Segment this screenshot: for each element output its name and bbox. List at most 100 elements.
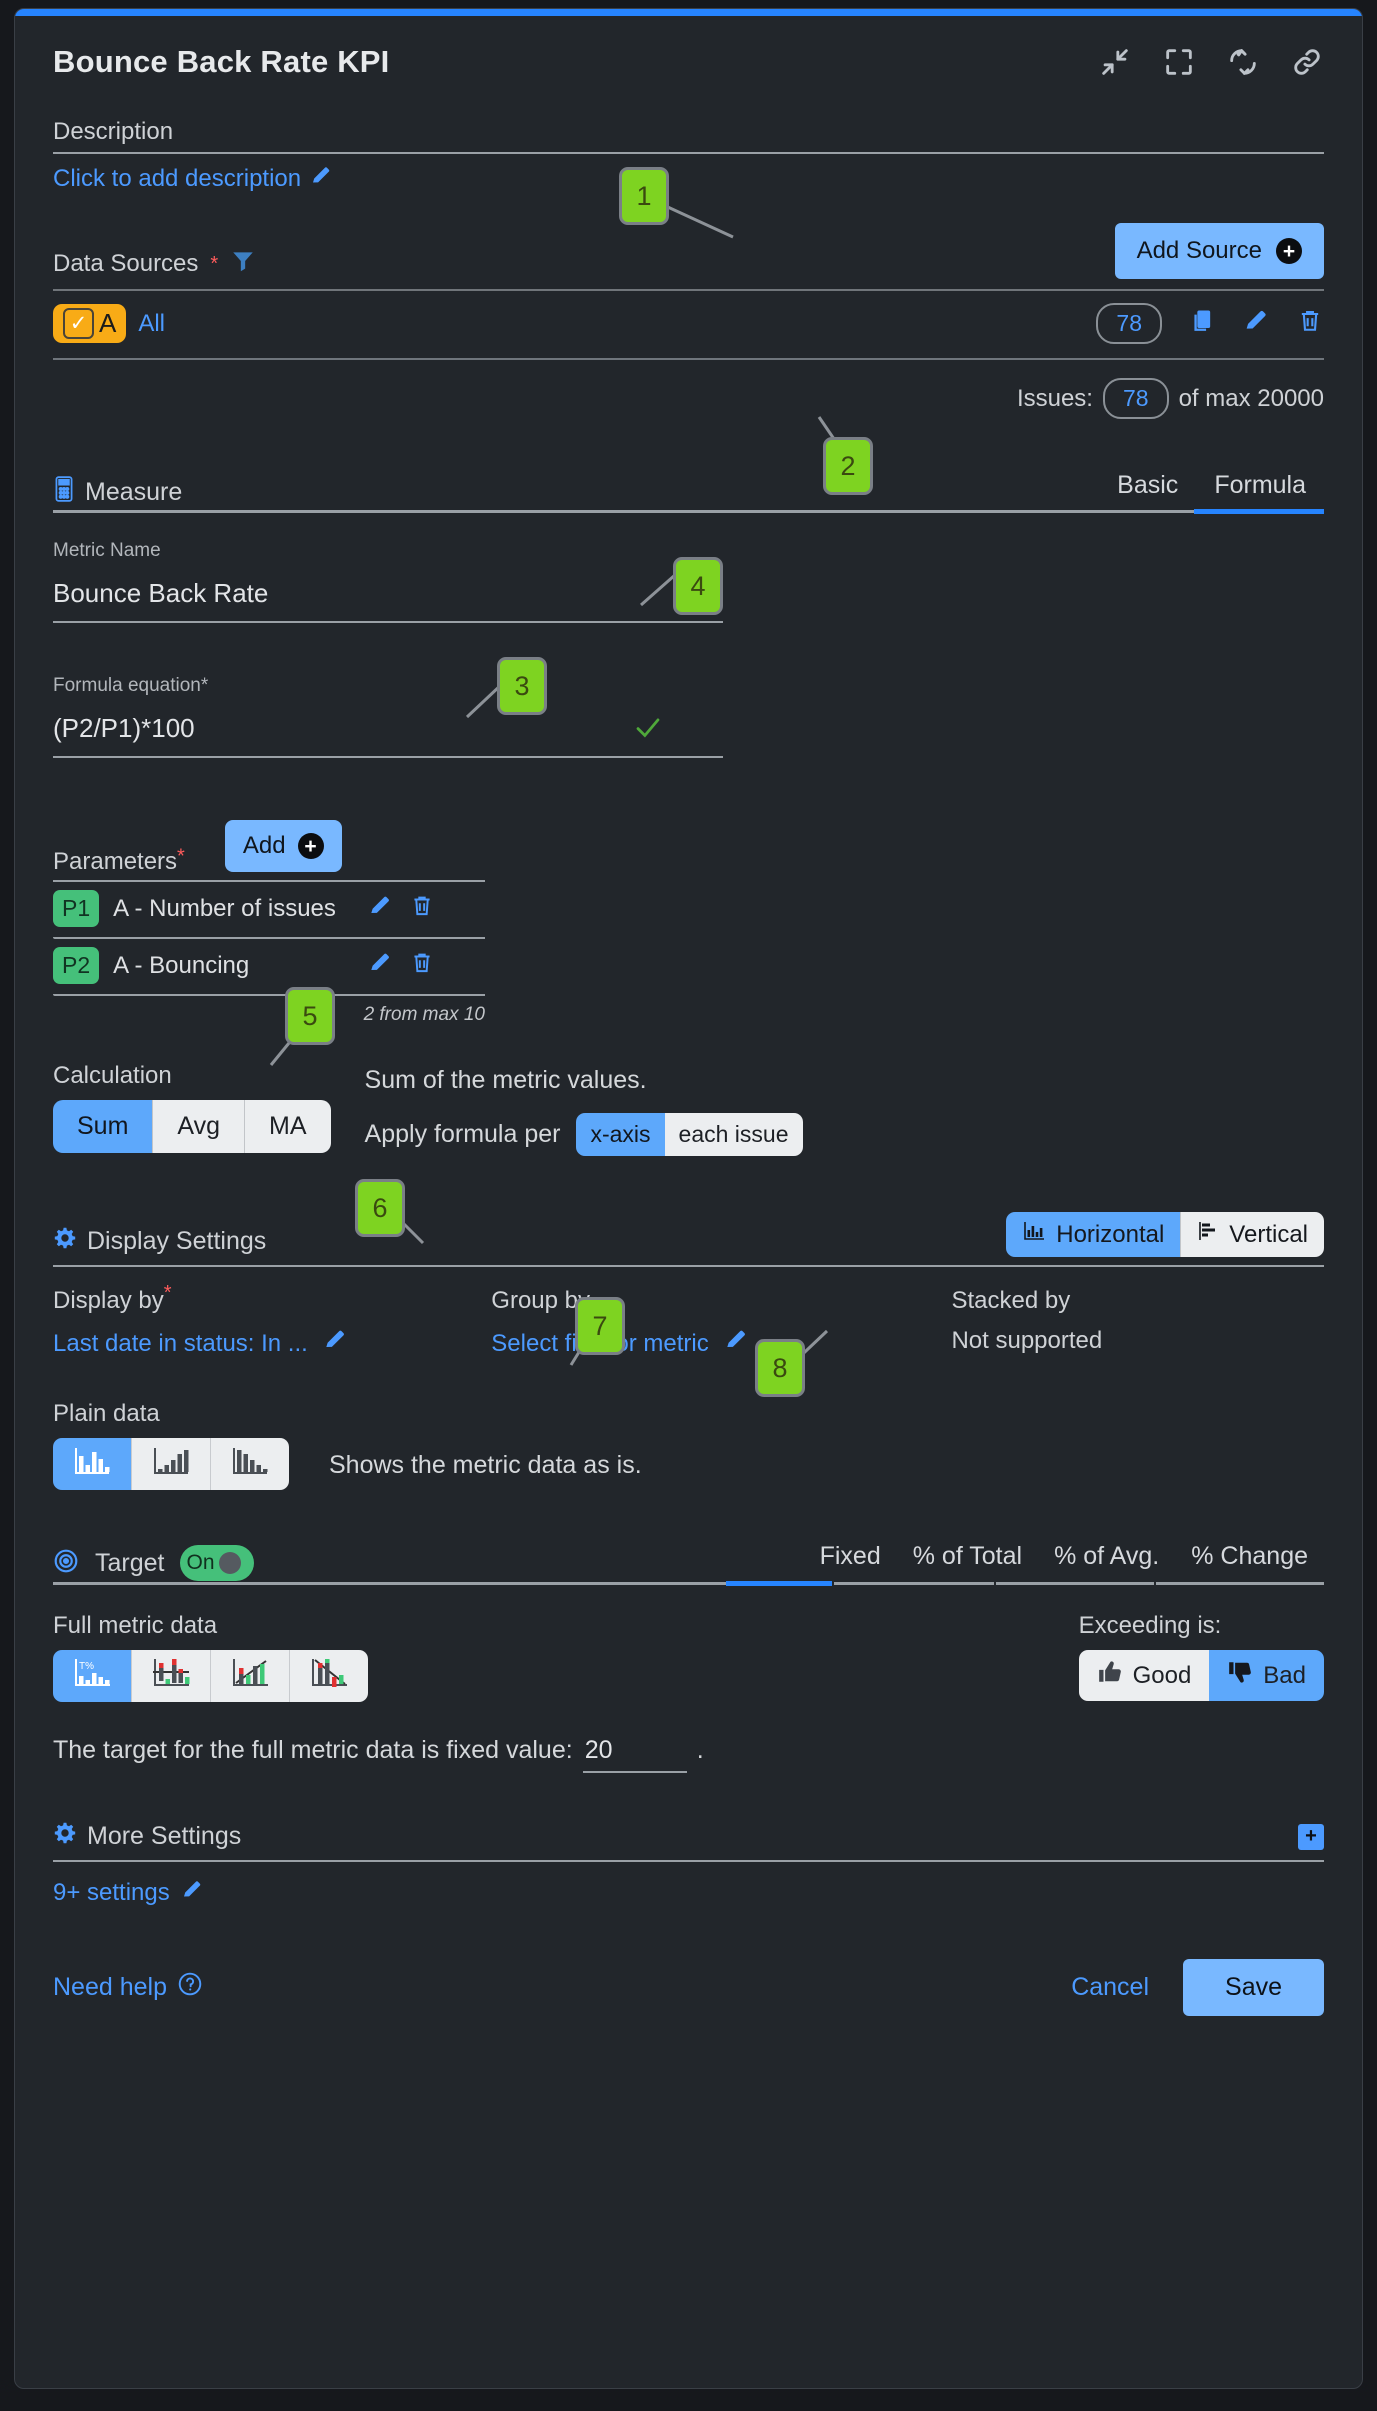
parameter-item[interactable]: P1 A - Number of issues [53, 882, 485, 937]
display-settings-divider [53, 1265, 1324, 1267]
description-placeholder[interactable]: Click to add description [53, 165, 301, 193]
plain-bars-icon [71, 1445, 113, 1484]
plain-data-options [53, 1438, 289, 1490]
orientation-horizontal[interactable]: Horizontal [1006, 1212, 1182, 1257]
fullscreen-icon[interactable] [1162, 45, 1196, 79]
more-settings-expand-button[interactable]: + [1298, 1823, 1324, 1850]
check-icon [633, 713, 663, 748]
descending-bars-icon [229, 1445, 271, 1484]
add-source-button[interactable]: Add Source + [1114, 223, 1324, 279]
data-source-chip[interactable]: ✓ A [53, 304, 127, 343]
target-tabs-underline [53, 1581, 1324, 1586]
kpi-settings-dialog: Bounce Back Rate KPI Description Click t… [14, 8, 1363, 2389]
data-source-checkbox[interactable]: ✓ [63, 308, 94, 339]
plain-data-option-descending[interactable] [211, 1438, 289, 1490]
tab-basic[interactable]: Basic [1099, 471, 1196, 509]
apply-option-x-axis[interactable]: x-axis [576, 1113, 665, 1156]
issues-summary: Issues: 78 of max 20000 [53, 360, 1324, 419]
pencil-icon[interactable] [367, 950, 393, 981]
target-tab-percent-change[interactable]: % Change [1175, 1542, 1324, 1581]
calc-option-avg[interactable]: Avg [153, 1100, 246, 1153]
plus-icon: + [1276, 238, 1302, 264]
display-by-value[interactable]: Last date in status: In ... [53, 1327, 491, 1360]
target-percent-bars-icon: T% [70, 1655, 114, 1698]
refresh-icon[interactable] [1226, 45, 1260, 79]
marker-1: 1 [619, 167, 669, 225]
target-tab-percent-avg[interactable]: % of Avg. [1038, 1542, 1175, 1581]
pencil-icon[interactable] [367, 893, 393, 924]
full-metric-option-rising[interactable] [211, 1650, 290, 1702]
data-source-name[interactable]: All [138, 310, 165, 338]
issues-label: Issues: [1016, 384, 1093, 412]
collapse-icon[interactable] [1098, 45, 1132, 79]
calc-option-ma[interactable]: MA [245, 1100, 331, 1153]
target-tab-fixed[interactable]: Fixed [804, 1542, 897, 1581]
cancel-button[interactable]: Cancel [1071, 1973, 1149, 2002]
display-by-value-text[interactable]: Last date in status: In ... [53, 1330, 308, 1358]
more-settings-title: More Settings [87, 1822, 242, 1850]
marker-2: 2 [823, 437, 873, 495]
parameter-divider [53, 994, 485, 996]
pencil-icon[interactable] [322, 1327, 348, 1360]
more-settings-value-row[interactable]: 9+ settings [53, 1878, 1324, 1907]
pencil-icon[interactable] [309, 164, 333, 193]
filter-icon[interactable] [230, 248, 256, 279]
target-fixed-value-input[interactable]: 20 [582, 1736, 687, 1773]
target-toggle[interactable]: On [180, 1545, 255, 1581]
calculation-description: Sum of the metric values. [364, 1066, 647, 1094]
orientation-vertical[interactable]: Vertical [1181, 1212, 1324, 1257]
formula-equation-field[interactable]: Formula equation* (P2/P1)*100 [53, 675, 1324, 758]
orientation-horizontal-label: Horizontal [1056, 1220, 1165, 1248]
trash-icon[interactable] [1296, 307, 1324, 340]
rising-trend-icon [228, 1655, 272, 1698]
stacked-by-column: Stacked by Not supported [951, 1287, 1324, 1360]
full-metric-label: Full metric data [53, 1612, 218, 1639]
calc-option-sum[interactable]: Sum [53, 1100, 154, 1153]
tab-formula[interactable]: Formula [1196, 471, 1324, 509]
target-tab-percent-total[interactable]: % of Total [897, 1542, 1038, 1581]
link-icon[interactable] [1290, 45, 1324, 79]
need-help-label: Need help [53, 1973, 167, 2001]
need-help-link[interactable]: Need help [53, 1971, 203, 2004]
parameters-add-button[interactable]: Add + [224, 820, 342, 872]
more-settings-value[interactable]: 9+ settings [53, 1879, 170, 1907]
copy-icon[interactable] [1188, 307, 1216, 340]
group-by-value[interactable]: Select field or metric [491, 1327, 951, 1360]
pencil-icon[interactable] [723, 1327, 749, 1360]
apply-option-each-issue[interactable]: each issue [664, 1113, 803, 1156]
parameter-name: A - Bouncing [113, 951, 250, 979]
svg-text:T%: T% [79, 1661, 94, 1672]
parameter-item[interactable]: P2 A - Bouncing [53, 939, 485, 994]
display-by-label: Display by [53, 1287, 164, 1314]
apply-formula-row: Apply formula per x-axis each issue [365, 1113, 803, 1156]
pencil-icon[interactable] [1242, 307, 1270, 340]
toggle-knob [218, 1552, 241, 1574]
data-source-row[interactable]: ✓ A All 78 [53, 291, 1324, 358]
target-toggle-label: On [186, 1551, 215, 1574]
full-metric-option-falling[interactable] [290, 1650, 368, 1702]
plain-data-description: Shows the metric data as is. [329, 1450, 642, 1479]
save-button[interactable]: Save [1183, 1959, 1324, 2016]
exceeding-bad-button[interactable]: Bad [1209, 1650, 1324, 1701]
pencil-icon[interactable] [180, 1878, 204, 1907]
description-section: Description Click to add description [53, 118, 1324, 193]
formula-equation-value[interactable]: (P2/P1)*100 [53, 713, 1324, 756]
deviation-bars-icon [149, 1655, 193, 1698]
exceeding-good-button[interactable]: Good [1078, 1650, 1210, 1701]
parameters-required: * [177, 845, 185, 868]
apply-formula-options: x-axis each issue [576, 1113, 803, 1156]
description-label: Description [53, 118, 174, 145]
plain-data-option-cumulative[interactable] [132, 1438, 211, 1490]
full-metric-option-target-percent[interactable]: T% [53, 1650, 132, 1702]
exceeding-bad-label: Bad [1263, 1661, 1306, 1689]
trash-icon[interactable] [409, 950, 435, 981]
full-metric-option-deviation[interactable] [132, 1650, 211, 1702]
group-by-column: Group by Select field or metric [491, 1287, 951, 1360]
add-source-label: Add Source [1136, 237, 1262, 264]
orientation-vertical-label: Vertical [1229, 1220, 1308, 1248]
trash-icon[interactable] [409, 893, 435, 924]
dialog-accent-bar [15, 9, 1362, 16]
plain-data-option-plain[interactable] [53, 1438, 132, 1490]
stacked-by-value-text: Not supported [951, 1327, 1103, 1354]
parameters-add-label: Add [242, 832, 286, 859]
